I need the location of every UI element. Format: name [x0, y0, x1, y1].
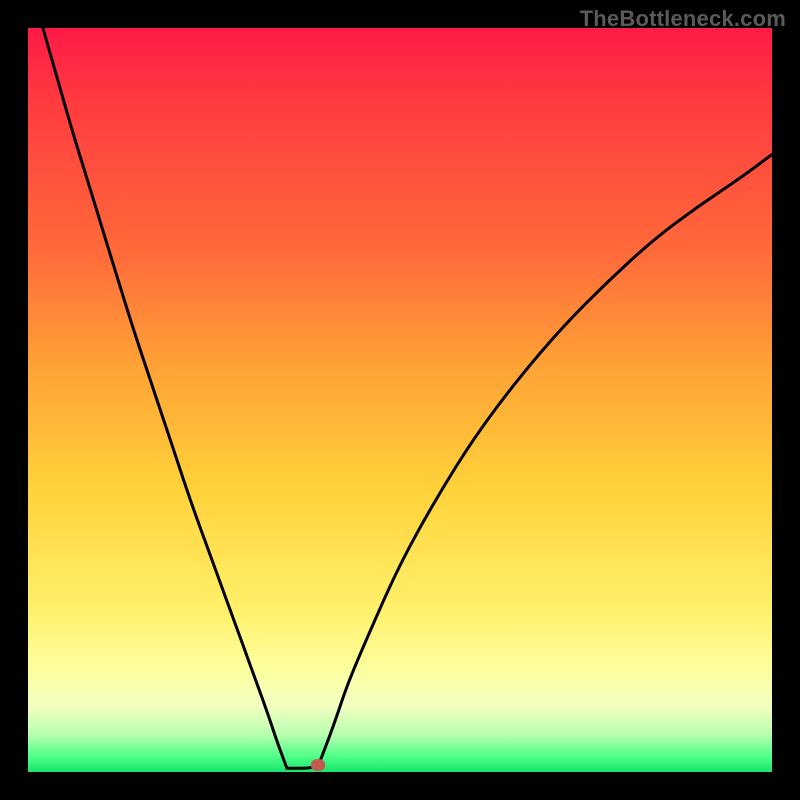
bottleneck-curve: [43, 28, 772, 768]
curve-svg: [28, 28, 772, 772]
plot-area: [28, 28, 772, 772]
chart-frame: TheBottleneck.com: [0, 0, 800, 800]
min-marker: [311, 759, 325, 771]
